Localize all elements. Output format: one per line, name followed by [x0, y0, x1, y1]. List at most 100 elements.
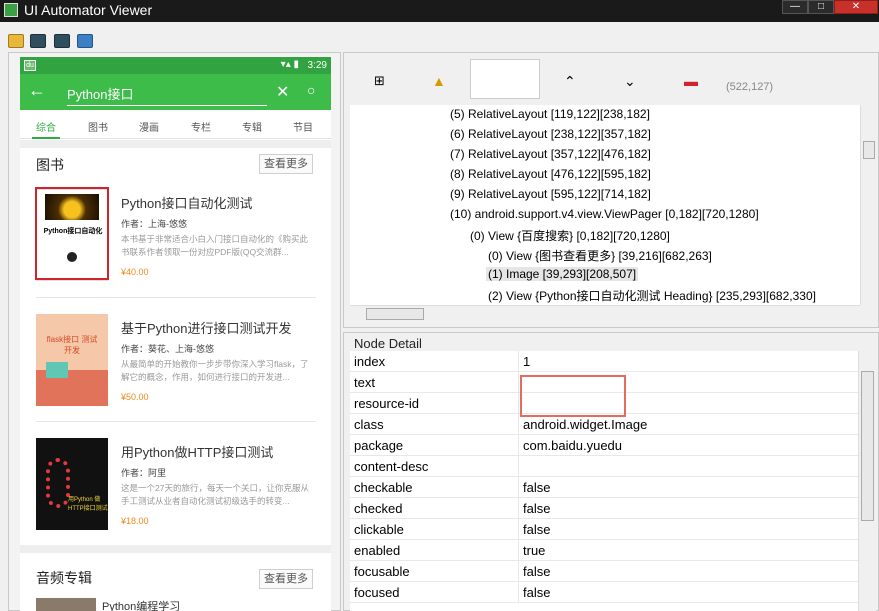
detail-value[interactable]: 1: [523, 354, 530, 369]
detail-row[interactable]: focusable false: [350, 561, 858, 582]
tree-vertical-scrollbar[interactable]: [860, 105, 877, 305]
book-description: 从最简单的开始教你一步步带你深入学习flask，了解它的概念，作用，如何进行接口…: [121, 359, 309, 382]
tree-node[interactable]: (2) View {Python接口自动化测试 Heading} [235,29…: [488, 287, 816, 304]
clear-icon[interactable]: ✕: [276, 82, 289, 102]
clear-search-icon[interactable]: ▬: [684, 73, 698, 89]
search-input[interactable]: Python接口: [67, 84, 267, 106]
book-item[interactable]: flask接口 测试开发 基于Python进行接口测试开发 作者：葵花、上海-悠…: [20, 314, 331, 438]
device-screenshot-panel[interactable]: du ▾▴ ▮ 3:29 ← Python接口 ✕ ○ 综合 图书 漫画 专栏 …: [8, 52, 341, 611]
app-icon: [4, 3, 18, 17]
back-arrow-icon[interactable]: ←: [28, 80, 46, 101]
detail-row[interactable]: clickable false: [350, 519, 858, 540]
device-screenshot-icon[interactable]: [30, 34, 46, 48]
status-time: 3:29: [307, 60, 327, 71]
tree-node-selected[interactable]: (1) Image [39,293][208,507]: [486, 267, 639, 281]
detail-key: clickable: [354, 522, 404, 537]
column-separator: [518, 456, 519, 477]
audio-more-button[interactable]: 查看更多: [259, 569, 313, 589]
phone-screen[interactable]: du ▾▴ ▮ 3:29 ← Python接口 ✕ ○ 综合 图书 漫画 专栏 …: [20, 57, 331, 611]
detail-key: checked: [354, 501, 403, 516]
close-button[interactable]: ✕: [834, 0, 878, 14]
column-separator: [518, 540, 519, 561]
detail-row[interactable]: enabled true: [350, 540, 858, 561]
warning-icon[interactable]: ▲: [432, 73, 446, 89]
book-price: ¥50.00: [121, 392, 149, 402]
audio-cover[interactable]: [36, 598, 96, 611]
device-screenshot-compressed-icon[interactable]: [54, 34, 70, 48]
tree-node[interactable]: (5) RelativeLayout [119,122][238,182]: [450, 107, 650, 121]
book-title: 用Python做HTTP接口测试: [121, 445, 274, 460]
column-separator: [518, 435, 519, 456]
tab-programs[interactable]: 节目: [293, 119, 313, 134]
book-cover[interactable]: flask接口 测试开发: [36, 314, 108, 406]
node-detail-label: Node Detail: [354, 336, 422, 351]
tree-node[interactable]: (0) View {图书查看更多} [39,216][682,263]: [488, 247, 712, 264]
detail-value[interactable]: false: [523, 480, 550, 495]
tree-node[interactable]: (7) RelativeLayout [357,122][476,182]: [450, 147, 651, 161]
column-separator: [518, 393, 519, 414]
tree-node[interactable]: (9) RelativeLayout [595,122][714,182]: [450, 187, 651, 201]
book-price: ¥40.00: [121, 267, 149, 277]
detail-value[interactable]: false: [523, 501, 550, 516]
scrollbar-thumb[interactable]: [863, 141, 875, 159]
book-cover[interactable]: 用Python 做HTTP接口测试: [36, 438, 108, 530]
tab-columns[interactable]: 专栏: [191, 119, 211, 134]
books-section-title: 图书: [36, 157, 64, 173]
section-gap: [20, 140, 331, 148]
detail-value[interactable]: false: [523, 564, 550, 579]
book-title: Python接口自动化测试: [121, 196, 253, 211]
book-item[interactable]: 用Python 做HTTP接口测试 用Python做HTTP接口测试 作者：阿里…: [20, 438, 331, 562]
divider: [36, 421, 316, 422]
detail-value[interactable]: android.widget.Image: [523, 417, 647, 432]
detail-row[interactable]: index 1: [350, 351, 858, 372]
tree-node[interactable]: (10) android.support.v4.view.ViewPager […: [450, 207, 759, 221]
divider: [36, 297, 316, 298]
book-author: 作者：上海-悠悠: [121, 219, 187, 229]
tab-all[interactable]: 综合: [36, 119, 56, 134]
search-icon[interactable]: ○: [307, 82, 315, 98]
previous-node-icon[interactable]: ⌃: [564, 73, 576, 90]
detail-vertical-scrollbar[interactable]: [858, 351, 876, 611]
detail-value[interactable]: false: [523, 585, 550, 600]
books-more-button[interactable]: 查看更多: [259, 154, 313, 174]
tab-books[interactable]: 图书: [88, 119, 108, 134]
book-author: 作者：阿里: [121, 468, 167, 478]
column-separator: [518, 582, 519, 603]
book-description: 这是一个27天的旅行，每天一个关口，让你克服从手工测试从业者自动化测试初级选手的…: [121, 483, 309, 506]
detail-row[interactable]: class android.widget.Image: [350, 414, 858, 435]
expand-all-icon[interactable]: ⊞: [374, 73, 385, 89]
hierarchy-toolbar: ⊞ ▲ ⌃ ⌄ ▬ (522,127): [344, 53, 879, 105]
search-bar: ← Python接口 ✕ ○: [20, 74, 331, 110]
detail-row[interactable]: package com.baidu.yuedu: [350, 435, 858, 456]
tree-node[interactable]: (8) RelativeLayout [476,122][595,182]: [450, 167, 651, 181]
toggle-naf-button[interactable]: [470, 59, 540, 99]
detail-row[interactable]: focused false: [350, 582, 858, 603]
open-icon[interactable]: [8, 34, 24, 48]
detail-row[interactable]: content-desc: [350, 456, 858, 477]
detail-key: resource-id: [354, 396, 420, 411]
status-bar: du ▾▴ ▮ 3:29: [20, 57, 331, 74]
minimize-button[interactable]: —: [782, 0, 808, 14]
detail-value[interactable]: com.baidu.yuedu: [523, 438, 622, 453]
detail-row[interactable]: checkable false: [350, 477, 858, 498]
tab-albums[interactable]: 专辑: [242, 119, 262, 134]
audio-section-title: 音频专辑: [36, 570, 92, 586]
node-detail-panel: Node Detail index 1 text resource-id clas…: [343, 332, 879, 611]
scrollbar-thumb[interactable]: [861, 371, 874, 521]
save-icon[interactable]: [77, 34, 93, 48]
column-separator: [518, 372, 519, 393]
cover-red-circles-graphic: [46, 458, 70, 508]
detail-value[interactable]: false: [523, 522, 550, 537]
tab-comics[interactable]: 漫画: [139, 119, 159, 134]
next-node-icon[interactable]: ⌄: [624, 73, 636, 90]
detail-row[interactable]: checked false: [350, 498, 858, 519]
scrollbar-thumb[interactable]: [366, 308, 424, 320]
title-bar: UI Automator Viewer — □ ✕: [0, 0, 879, 22]
maximize-button[interactable]: □: [808, 0, 834, 14]
tree-node[interactable]: (6) RelativeLayout [238,122][357,182]: [450, 127, 651, 141]
cursor-coordinates: (522,127): [726, 81, 774, 93]
detail-value[interactable]: true: [523, 543, 545, 558]
tree-horizontal-scrollbar[interactable]: [350, 305, 860, 322]
tree-node[interactable]: (0) View {百度搜索} [0,182][720,1280]: [470, 227, 670, 244]
hierarchy-tree[interactable]: (5) RelativeLayout [119,122][238,182] (6…: [350, 105, 860, 305]
